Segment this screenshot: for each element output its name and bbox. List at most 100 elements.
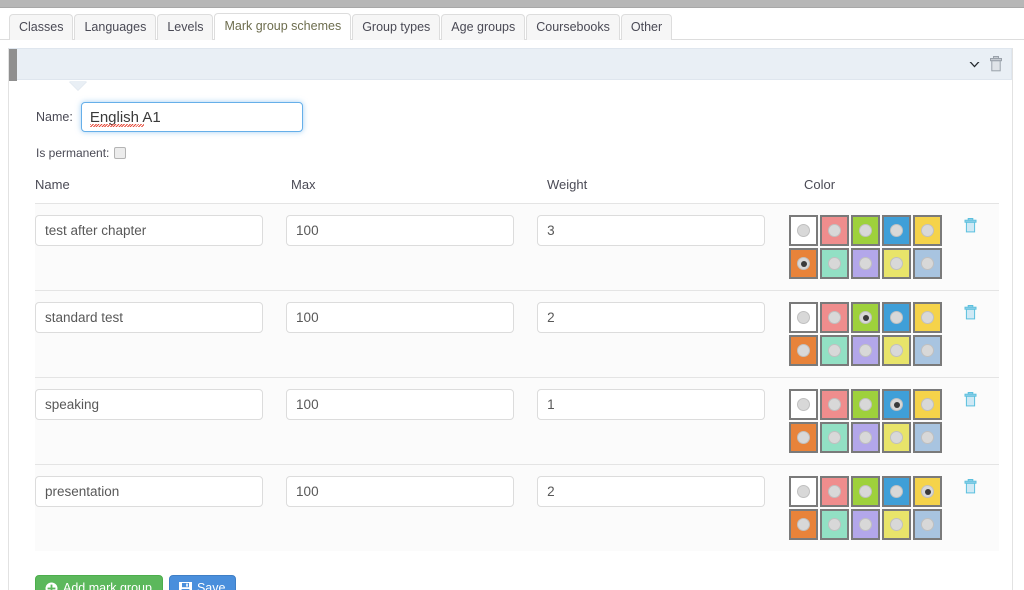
color-swatch-mint[interactable] xyxy=(820,248,850,279)
color-swatch-light-blue[interactable] xyxy=(913,248,943,279)
color-radio[interactable] xyxy=(921,485,935,498)
color-swatch-green[interactable] xyxy=(851,215,881,246)
color-swatch-yellow[interactable] xyxy=(913,476,943,507)
color-radio[interactable] xyxy=(828,398,842,411)
color-radio[interactable] xyxy=(890,431,904,444)
color-swatch-yellow[interactable] xyxy=(913,302,943,333)
color-radio[interactable] xyxy=(859,431,873,444)
color-radio[interactable] xyxy=(921,518,935,531)
color-swatch-pale-yellow[interactable] xyxy=(882,422,912,453)
max-input[interactable] xyxy=(286,215,515,246)
color-radio[interactable] xyxy=(797,485,811,498)
weight-input[interactable] xyxy=(537,215,766,246)
name-input[interactable] xyxy=(35,215,263,246)
scheme-name-input[interactable] xyxy=(80,102,303,132)
save-button[interactable]: Save xyxy=(168,575,237,590)
color-radio[interactable] xyxy=(828,224,842,237)
color-radio[interactable] xyxy=(859,257,873,270)
color-radio[interactable] xyxy=(797,224,811,237)
color-radio[interactable] xyxy=(797,518,811,531)
color-radio[interactable] xyxy=(859,398,873,411)
color-radio[interactable] xyxy=(828,431,842,444)
color-radio[interactable] xyxy=(921,398,935,411)
color-radio[interactable] xyxy=(797,257,811,270)
tab-mark-group-schemes[interactable]: Mark group schemes xyxy=(214,13,352,40)
weight-input[interactable] xyxy=(537,389,766,420)
row-delete-icon[interactable] xyxy=(942,215,999,233)
color-radio[interactable] xyxy=(859,485,873,498)
max-input[interactable] xyxy=(286,302,515,333)
color-swatch-orange[interactable] xyxy=(789,509,819,540)
chevron-down-icon[interactable] xyxy=(967,57,982,72)
is-permanent-checkbox[interactable] xyxy=(114,147,127,159)
color-radio[interactable] xyxy=(890,398,904,411)
color-radio[interactable] xyxy=(921,344,935,357)
color-swatch-green[interactable] xyxy=(851,476,881,507)
color-swatch-light-blue[interactable] xyxy=(913,335,943,366)
color-radio[interactable] xyxy=(828,344,842,357)
color-swatch-pale-yellow[interactable] xyxy=(882,248,912,279)
color-swatch-salmon[interactable] xyxy=(820,302,850,333)
color-radio[interactable] xyxy=(797,398,811,411)
color-swatch-purple[interactable] xyxy=(851,248,881,279)
color-swatch-salmon[interactable] xyxy=(820,389,850,420)
tab-levels[interactable]: Levels xyxy=(157,14,214,40)
color-swatch-purple[interactable] xyxy=(851,422,881,453)
color-swatch-mint[interactable] xyxy=(820,335,850,366)
max-input[interactable] xyxy=(286,389,515,420)
color-radio[interactable] xyxy=(828,518,842,531)
color-swatch-orange[interactable] xyxy=(789,248,819,279)
color-swatch-mint[interactable] xyxy=(820,509,850,540)
tab-other[interactable]: Other xyxy=(620,14,673,40)
name-input[interactable] xyxy=(35,389,263,420)
color-radio[interactable] xyxy=(890,485,904,498)
color-swatch-light-blue[interactable] xyxy=(913,509,943,540)
color-swatch-green[interactable] xyxy=(851,389,881,420)
color-swatch-purple[interactable] xyxy=(851,335,881,366)
color-swatch-blue[interactable] xyxy=(882,215,912,246)
color-radio[interactable] xyxy=(890,311,904,324)
tab-coursebooks[interactable]: Coursebooks xyxy=(526,14,620,40)
row-delete-icon[interactable] xyxy=(942,302,999,320)
color-swatch-blue[interactable] xyxy=(882,476,912,507)
color-radio[interactable] xyxy=(859,518,873,531)
color-swatch-green[interactable] xyxy=(851,302,881,333)
color-swatch-white[interactable] xyxy=(789,302,819,333)
tab-classes[interactable]: Classes xyxy=(9,14,74,40)
color-swatch-blue[interactable] xyxy=(882,389,912,420)
color-radio[interactable] xyxy=(921,257,935,270)
color-radio[interactable] xyxy=(828,257,842,270)
color-radio[interactable] xyxy=(890,344,904,357)
weight-input[interactable] xyxy=(537,302,766,333)
color-swatch-salmon[interactable] xyxy=(820,476,850,507)
color-swatch-white[interactable] xyxy=(789,389,819,420)
color-radio[interactable] xyxy=(828,485,842,498)
tab-group-types[interactable]: Group types xyxy=(352,14,441,40)
color-radio[interactable] xyxy=(921,311,935,324)
panel-drag-handle[interactable] xyxy=(9,49,17,81)
color-swatch-light-blue[interactable] xyxy=(913,422,943,453)
color-swatch-orange[interactable] xyxy=(789,422,819,453)
color-swatch-white[interactable] xyxy=(789,476,819,507)
color-swatch-pale-yellow[interactable] xyxy=(882,335,912,366)
add-mark-group-button[interactable]: Add mark group xyxy=(35,575,163,590)
tab-languages[interactable]: Languages xyxy=(74,14,157,40)
color-radio[interactable] xyxy=(890,224,904,237)
panel-delete-icon[interactable] xyxy=(989,56,1003,72)
weight-input[interactable] xyxy=(537,476,766,507)
color-radio[interactable] xyxy=(797,344,811,357)
color-radio[interactable] xyxy=(890,257,904,270)
color-swatch-purple[interactable] xyxy=(851,509,881,540)
color-radio[interactable] xyxy=(859,311,873,324)
color-radio[interactable] xyxy=(797,431,811,444)
color-swatch-yellow[interactable] xyxy=(913,215,943,246)
color-swatch-orange[interactable] xyxy=(789,335,819,366)
color-radio[interactable] xyxy=(797,311,811,324)
color-swatch-yellow[interactable] xyxy=(913,389,943,420)
color-swatch-mint[interactable] xyxy=(820,422,850,453)
name-input[interactable] xyxy=(35,476,263,507)
color-radio[interactable] xyxy=(828,311,842,324)
max-input[interactable] xyxy=(286,476,515,507)
color-radio[interactable] xyxy=(859,344,873,357)
tab-age-groups[interactable]: Age groups xyxy=(441,14,526,40)
